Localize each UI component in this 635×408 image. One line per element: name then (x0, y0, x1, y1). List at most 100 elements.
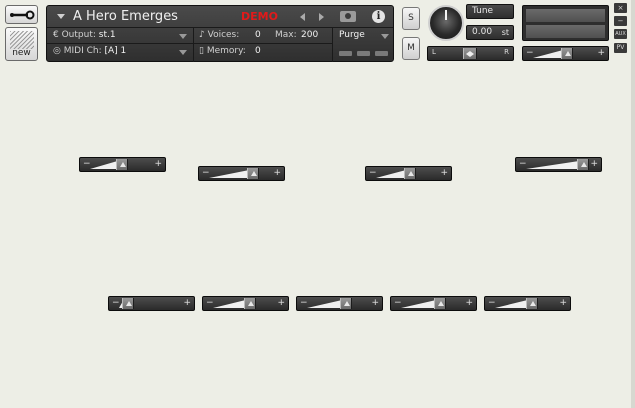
slider-minus-icon[interactable]: − (202, 167, 210, 180)
slider-plus-icon[interactable]: + (183, 297, 191, 310)
output-value: st.1 (98, 30, 116, 40)
slider-plus-icon[interactable]: + (559, 297, 567, 310)
tune-value-field[interactable]: 0.00 st (466, 25, 514, 40)
slider-handle[interactable] (115, 159, 128, 170)
output-icon: € (53, 30, 62, 40)
close-button[interactable]: × (614, 3, 627, 13)
slider-plus-icon[interactable]: + (273, 167, 281, 180)
led-indicator (357, 51, 370, 56)
tune-unit: st (501, 28, 509, 37)
tune-label: Tune (466, 4, 514, 19)
led-indicator (339, 51, 352, 56)
new-hatch-icon (10, 31, 34, 49)
slider-handle[interactable] (434, 298, 447, 309)
volume-slider[interactable]: − + (198, 166, 285, 181)
slider-handle[interactable] (243, 298, 256, 309)
purge-dropdown-icon[interactable] (381, 34, 389, 39)
midi-dropdown-icon[interactable] (179, 50, 187, 55)
slider-fill (526, 161, 579, 169)
memory-value: 0 (255, 46, 261, 56)
volume-slider[interactable]: − + (390, 296, 477, 311)
volume-slider[interactable]: − + (515, 157, 602, 172)
voices-label: Voices: (207, 30, 240, 40)
prev-instrument-icon[interactable] (300, 13, 305, 21)
slider-minus-icon[interactable]: − (526, 47, 534, 60)
purge-button[interactable]: Purge (339, 30, 365, 40)
solo-button[interactable]: S (402, 7, 420, 30)
slider-fill (533, 50, 564, 58)
midi-label: MIDI Ch: (63, 46, 102, 56)
slider-handle[interactable] (247, 168, 260, 179)
slider-handle[interactable] (340, 298, 353, 309)
slider-minus-icon[interactable]: − (369, 167, 377, 180)
slider-plus-icon[interactable]: + (597, 47, 605, 60)
pan-left-label: L (432, 48, 436, 56)
memory-field: ▯ Memory: (199, 46, 246, 56)
slider-plus-icon[interactable]: + (590, 158, 598, 171)
wrench-icon (10, 10, 35, 20)
volume-slider[interactable]: − + (79, 157, 166, 172)
volume-slider[interactable]: − + (108, 296, 195, 311)
slider-plus-icon[interactable]: + (465, 297, 473, 310)
slider-fill (209, 170, 250, 178)
max-voices-label: Max: (275, 30, 297, 40)
led-indicator (375, 51, 388, 56)
tune-knob[interactable] (428, 5, 464, 41)
slider-minus-icon[interactable]: − (206, 297, 214, 310)
minimize-button[interactable]: − (614, 16, 627, 26)
midi-value: [A] 1 (104, 46, 127, 56)
new-instrument-button[interactable]: new (5, 27, 38, 61)
volume-slider[interactable]: − + (365, 166, 452, 181)
mute-button[interactable]: M (402, 37, 420, 60)
header-vdivider (193, 28, 194, 62)
volume-slider[interactable]: − + (484, 296, 571, 311)
next-instrument-icon[interactable] (319, 13, 324, 21)
slider-minus-icon[interactable]: − (519, 158, 527, 171)
camera-icon[interactable] (340, 11, 356, 22)
slider-fill (401, 300, 437, 308)
aux-button[interactable]: AUX (614, 29, 627, 39)
slider-minus-icon[interactable]: − (112, 297, 120, 310)
slider-fill (90, 161, 118, 169)
slider-handle[interactable] (561, 48, 574, 59)
demo-badge: DEMO (241, 10, 278, 23)
slider-handle[interactable] (121, 298, 134, 309)
slider-handle[interactable] (525, 298, 538, 309)
slider-fill (213, 300, 246, 308)
slider-fill (495, 300, 528, 308)
level-meter-left (526, 9, 605, 22)
slider-plus-icon[interactable]: + (277, 297, 285, 310)
instrument-name[interactable]: A Hero Emerges (73, 9, 178, 24)
volume-slider[interactable]: − + (296, 296, 383, 311)
voices-value: 0 (255, 30, 261, 40)
pan-right-label: R (504, 48, 509, 56)
max-voices-value[interactable]: 200 (301, 30, 318, 40)
level-meter (522, 5, 609, 41)
slider-plus-icon[interactable]: + (154, 158, 162, 171)
output-label: Output: (61, 30, 96, 40)
slider-handle[interactable] (577, 159, 589, 170)
volume-slider[interactable]: − + (202, 296, 289, 311)
midi-channel-field[interactable]: ◎ MIDI Ch: [A] 1 (53, 46, 126, 56)
slider-minus-icon[interactable]: − (300, 297, 308, 310)
slider-handle[interactable] (404, 168, 417, 179)
slider-minus-icon[interactable]: − (83, 158, 91, 171)
collapse-icon[interactable] (57, 14, 65, 19)
slider-plus-icon[interactable]: + (440, 167, 448, 180)
slider-plus-icon[interactable]: + (371, 297, 379, 310)
output-dropdown-icon[interactable] (179, 34, 187, 39)
info-icon[interactable]: i (372, 10, 385, 23)
wrench-button[interactable] (5, 5, 38, 24)
pv-button[interactable]: PV (614, 43, 627, 53)
main-volume-slider[interactable]: − + (522, 46, 609, 61)
level-meter-right (526, 25, 605, 38)
output-field[interactable]: € Output: st.1 (53, 30, 116, 40)
instrument-header: A Hero Emerges DEMO i € Output: st.1 ◎ M… (46, 5, 394, 62)
pan-slider[interactable]: L R (427, 46, 514, 61)
new-label: new (12, 48, 31, 58)
window-edge (631, 0, 635, 408)
pan-handle[interactable] (463, 48, 477, 59)
slider-minus-icon[interactable]: − (394, 297, 402, 310)
slider-fill (307, 300, 343, 308)
slider-minus-icon[interactable]: − (488, 297, 496, 310)
